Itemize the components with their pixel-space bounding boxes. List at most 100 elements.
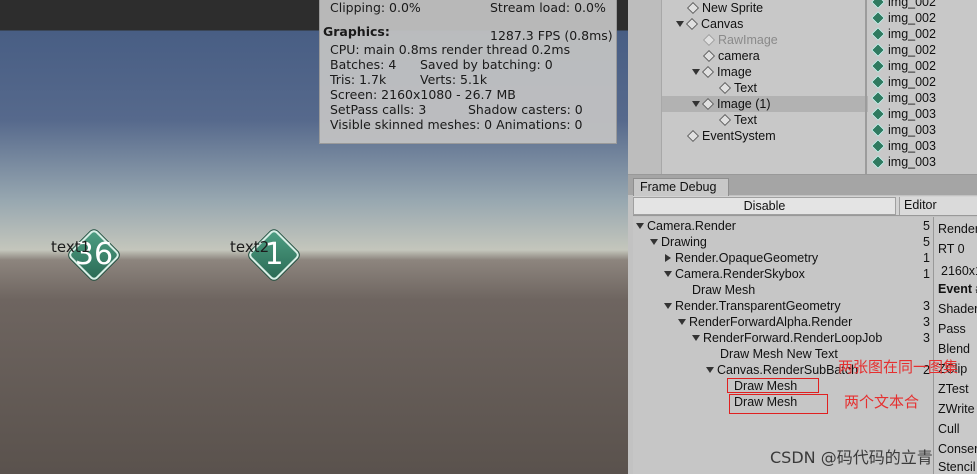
sprite-icon [871, 107, 885, 121]
hierarchy-item-text[interactable]: Text [718, 112, 757, 128]
detail-rt[interactable]: RT 0 [938, 241, 965, 257]
disable-button[interactable]: Disable [633, 197, 896, 215]
panel-divider[interactable] [865, 0, 867, 174]
sprite-icon [871, 27, 885, 41]
stat-heading: Graphics: [323, 24, 390, 39]
stat-verts: Verts: 5.1k [420, 72, 488, 87]
gameobject-icon [718, 81, 732, 95]
stat-clipping: Clipping: 0.0% [330, 0, 421, 15]
gameobject-icon [686, 129, 700, 143]
sprite-icon [871, 91, 885, 105]
object-text-label: text2 [230, 238, 270, 256]
stat-stream-load: Stream load: 0.0% [490, 0, 606, 15]
expand-arrow-icon[interactable] [692, 101, 700, 107]
hierarchy-item-eventsystem[interactable]: EventSystem [686, 128, 776, 144]
stat-batches: Batches: 4 [330, 57, 397, 72]
expand-arrow-icon[interactable] [676, 21, 684, 27]
sprite-icon [871, 0, 885, 9]
detail-event: Event # [938, 282, 977, 296]
gameobject-icon [685, 17, 699, 31]
hierarchy-panel: New Sprite Canvas RawImage camera Image … [628, 0, 977, 174]
collapse-arrow-icon[interactable] [665, 254, 671, 262]
tree-item-camera-render-skybox[interactable]: Camera.RenderSkybox 1 [633, 266, 933, 282]
hierarchy-gutter [628, 0, 662, 174]
stat-saved-batching: Saved by batching: 0 [420, 57, 553, 72]
detail-render: Render [938, 222, 977, 236]
expand-arrow-icon[interactable] [664, 271, 672, 277]
stats-panel: Clipping: 0.0% Stream load: 0.0% Graphic… [319, 0, 617, 144]
gameobject-icon [686, 1, 700, 15]
stat-tris: Tris: 1.7k [330, 72, 387, 87]
editor-dropdown[interactable]: Editor [899, 197, 977, 215]
detail-ztest: ZTest [938, 382, 969, 396]
asset-item[interactable]: img_003 [868, 138, 936, 154]
expand-arrow-icon[interactable] [678, 319, 686, 325]
game-object-text1: 36 text1 [51, 225, 132, 285]
hierarchy-item-image[interactable]: Image [692, 64, 752, 80]
stat-setpass: SetPass calls: 3 [330, 102, 427, 117]
asset-item[interactable]: img_003 [868, 122, 936, 138]
expand-arrow-icon[interactable] [664, 303, 672, 309]
asset-item[interactable]: img_003 [868, 90, 936, 106]
sprite-icon [871, 123, 885, 137]
gameobject-icon [718, 113, 732, 127]
expand-arrow-icon[interactable] [692, 69, 700, 75]
asset-item[interactable]: img_002 [868, 26, 936, 42]
expand-arrow-icon[interactable] [692, 335, 700, 341]
gameobject-icon [702, 33, 716, 47]
object-text-label: text1 [51, 238, 91, 256]
stat-shadow-casters: Shadow casters: 0 [468, 102, 583, 117]
tree-item-render-transparent-geometry[interactable]: Render.TransparentGeometry 3 [633, 298, 933, 314]
sprite-icon [871, 139, 885, 153]
sprite-icon [871, 75, 885, 89]
asset-item[interactable]: img_002 [868, 10, 936, 26]
hierarchy-item-new-sprite[interactable]: New Sprite [686, 0, 763, 16]
detail-resolution: 2160x1 [941, 264, 977, 278]
detail-cull: Cull [938, 422, 960, 436]
gameobject-icon [702, 49, 716, 63]
sprite-icon [871, 155, 885, 169]
hierarchy-item-rawimage[interactable]: RawImage [702, 32, 778, 48]
watermark: CSDN @码代码的立青 [770, 448, 933, 467]
asset-item[interactable]: img_002 [868, 74, 936, 90]
annotation-same-atlas: 两张图在同一图集 [838, 358, 959, 376]
asset-item[interactable]: img_003 [868, 106, 936, 122]
hierarchy-item-canvas[interactable]: Canvas [676, 16, 743, 32]
asset-item[interactable]: img_003 [868, 154, 936, 170]
frame-debug-toolbar: Disable Editor [633, 196, 977, 216]
stat-skinned-meshes: Visible skinned meshes: 0 Animations: 0 [330, 117, 583, 132]
hierarchy-item-camera[interactable]: camera [702, 48, 760, 64]
asset-list: img_002 img_002 img_002 img_002 img_002 … [868, 0, 977, 174]
detail-blend: Blend [938, 342, 970, 356]
highlight-box-draw-mesh-2 [729, 394, 828, 414]
stat-cpu: CPU: main 0.8ms render thread 0.2ms [330, 42, 571, 57]
detail-pass: Pass [938, 322, 966, 336]
tree-item-draw-mesh[interactable]: Draw Mesh [633, 282, 933, 298]
annotation-text-merge: 两个文本合 [844, 393, 920, 411]
asset-item[interactable]: img_002 [868, 0, 936, 10]
asset-item[interactable]: img_002 [868, 42, 936, 58]
gameobject-icon [701, 65, 715, 79]
frame-details-pane: Render RT 0 2160x1 Event # Shader Pass B… [933, 217, 977, 474]
tab-frame-debug[interactable]: Frame Debug [633, 178, 729, 196]
highlight-box-draw-mesh-1 [727, 378, 819, 393]
tree-item-drawing[interactable]: Drawing 5 [633, 234, 933, 250]
asset-item[interactable]: img_002 [868, 58, 936, 74]
expand-arrow-icon[interactable] [706, 367, 714, 373]
expand-arrow-icon[interactable] [636, 223, 644, 229]
sprite-icon [871, 11, 885, 25]
tree-item-render-forward-alpha[interactable]: RenderForwardAlpha.Render 3 [633, 314, 933, 330]
tree-item-render-opaque-geometry[interactable]: Render.OpaqueGeometry 1 [633, 250, 933, 266]
hierarchy-item-text[interactable]: Text [718, 80, 757, 96]
sprite-icon [871, 59, 885, 73]
frame-debug-panel: Frame Debug Disable Editor Camera.Render… [628, 174, 977, 474]
game-view: 36 text1 1 text2 Clipping: 0.0% Stream l… [0, 0, 628, 474]
sprite-icon [871, 43, 885, 57]
detail-shader: Shader [938, 302, 977, 316]
detail-zwrite: ZWrite [938, 402, 975, 416]
stat-screen: Screen: 2160x1080 - 26.7 MB [330, 87, 516, 102]
tree-item-camera-render[interactable]: Camera.Render 5 [633, 218, 933, 234]
tree-item-render-loop-job[interactable]: RenderForward.RenderLoopJob 3 [633, 330, 933, 346]
gameobject-icon [701, 97, 715, 111]
expand-arrow-icon[interactable] [650, 239, 658, 245]
